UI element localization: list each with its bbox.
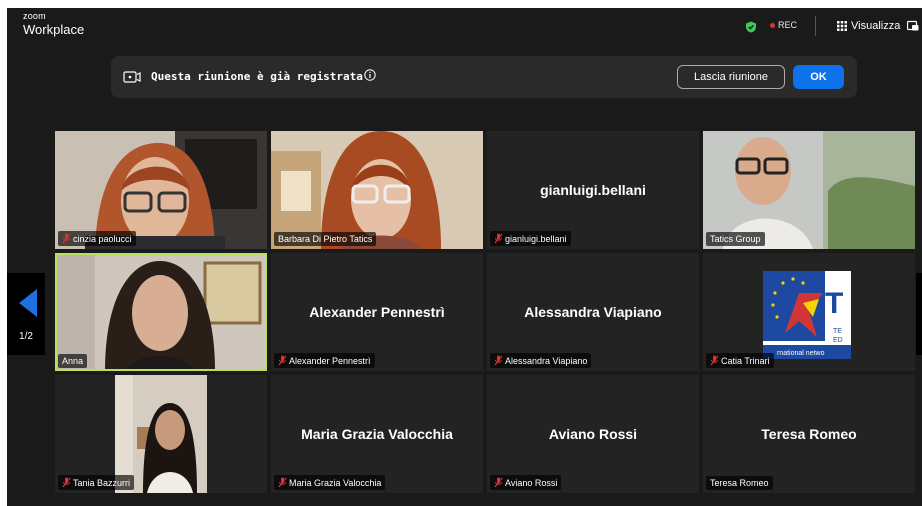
- recording-notice-banner: Questa riunione è già registrata Lascia …: [111, 56, 857, 98]
- mic-muted-icon: [494, 233, 503, 244]
- participant-name-label: gianluigi.bellani: [490, 231, 571, 246]
- participant-tile[interactable]: gianluigi.bellani gianluigi.bellani: [487, 131, 699, 249]
- participant-name-label: Anna: [58, 354, 88, 368]
- participant-tile-active-speaker[interactable]: Anna: [55, 253, 267, 371]
- mic-muted-icon: [494, 355, 503, 366]
- participant-name: Tania Bazzurri: [73, 477, 131, 488]
- participant-tile[interactable]: Tania Bazzurri: [55, 375, 267, 493]
- participant-tile[interactable]: T TE ED rnational netwo Catia Trinari: [703, 253, 915, 371]
- mic-muted-icon: [278, 477, 287, 488]
- mic-muted-icon: [494, 477, 503, 488]
- participant-video: [55, 253, 267, 371]
- participant-name-label: Catia Trinari: [706, 353, 774, 368]
- participant-name: Alexander Pennestrì: [289, 355, 371, 366]
- mic-muted-icon: [62, 233, 71, 244]
- shield-check-icon[interactable]: [745, 21, 757, 33]
- participant-tile[interactable]: Barbara Di Pietro Tatics: [271, 131, 483, 249]
- participant-name: Alessandra Viapiano: [505, 355, 588, 366]
- participant-name-label: Alexander Pennestrì: [274, 353, 375, 368]
- view-label: Visualizza: [851, 20, 901, 32]
- banner-message: Questa riunione è già registrata: [151, 70, 363, 83]
- participant-tile[interactable]: Teresa Romeo Teresa Romeo: [703, 375, 915, 493]
- participant-name: gianluigi.bellani: [505, 233, 567, 244]
- participant-tile[interactable]: Maria Grazia Valocchia Maria Grazia Valo…: [271, 375, 483, 493]
- rec-label: REC: [778, 20, 798, 30]
- participant-name: Catia Trinari: [721, 355, 770, 366]
- participant-name-label: Aviano Rossi: [490, 475, 562, 490]
- participant-name: Teresa Romeo: [710, 478, 769, 488]
- minimize-icon[interactable]: [907, 20, 919, 32]
- participant-name-label: Barbara Di Pietro Tatics: [274, 232, 377, 246]
- participant-name: Aviano Rossi: [505, 477, 558, 488]
- grid-icon: [837, 21, 847, 31]
- participant-name: Tatics Group: [710, 234, 761, 244]
- mic-muted-icon: [710, 355, 719, 366]
- logo-text: TE: [833, 328, 842, 335]
- participant-name-label: Teresa Romeo: [706, 476, 773, 490]
- participant-name-label: Maria Grazia Valocchia: [274, 475, 386, 490]
- mic-muted-icon: [62, 477, 71, 488]
- participant-name: Barbara Di Pietro Tatics: [278, 234, 373, 244]
- participant-name: Anna: [62, 356, 84, 366]
- participant-tile[interactable]: Alessandra Viapiano Alessandra Viapiano: [487, 253, 699, 371]
- divider: [815, 16, 816, 36]
- app-logo: zoom Workplace: [23, 11, 85, 37]
- participant-name-label: Alessandra Viapiano: [490, 353, 592, 368]
- next-page-button[interactable]: [916, 273, 922, 355]
- participant-tile[interactable]: Tatics Group: [703, 131, 915, 249]
- brand-line2: Workplace: [23, 22, 85, 37]
- record-notice-icon: [123, 71, 141, 83]
- participant-name: Maria Grazia Valocchia: [289, 477, 382, 488]
- participant-name-label: Tatics Group: [706, 232, 765, 246]
- logo-letter: T: [825, 287, 843, 320]
- participant-tile[interactable]: cinzia paolucci: [55, 131, 267, 249]
- logo-text: ED: [833, 337, 843, 344]
- view-button[interactable]: Visualizza: [837, 20, 900, 32]
- leave-meeting-button[interactable]: Lascia riunione: [677, 65, 785, 89]
- participant-name-label: cinzia paolucci: [58, 231, 136, 246]
- brand-line1: zoom: [23, 11, 46, 21]
- participant-tile[interactable]: Aviano Rossi Aviano Rossi: [487, 375, 699, 493]
- page-indicator: 1/2: [19, 331, 33, 342]
- previous-page-button[interactable]: 1/2: [7, 273, 45, 355]
- mic-muted-icon: [278, 355, 287, 366]
- logo-tagline: rnational netwo: [777, 350, 825, 357]
- ok-button[interactable]: OK: [793, 65, 844, 89]
- participant-name-label: Tania Bazzurri: [58, 475, 135, 490]
- arrow-left-icon: [19, 289, 37, 317]
- participant-name: cinzia paolucci: [73, 233, 132, 244]
- zoom-window: zoom Workplace REC Visualizza Questa riu…: [7, 8, 922, 506]
- record-dot-icon: [770, 22, 775, 28]
- top-bar: zoom Workplace REC Visualizza: [7, 8, 922, 46]
- recording-indicator[interactable]: REC: [770, 20, 797, 30]
- info-icon[interactable]: [364, 69, 376, 81]
- participant-tile[interactable]: Alexander Pennestrì Alexander Pennestrì: [271, 253, 483, 371]
